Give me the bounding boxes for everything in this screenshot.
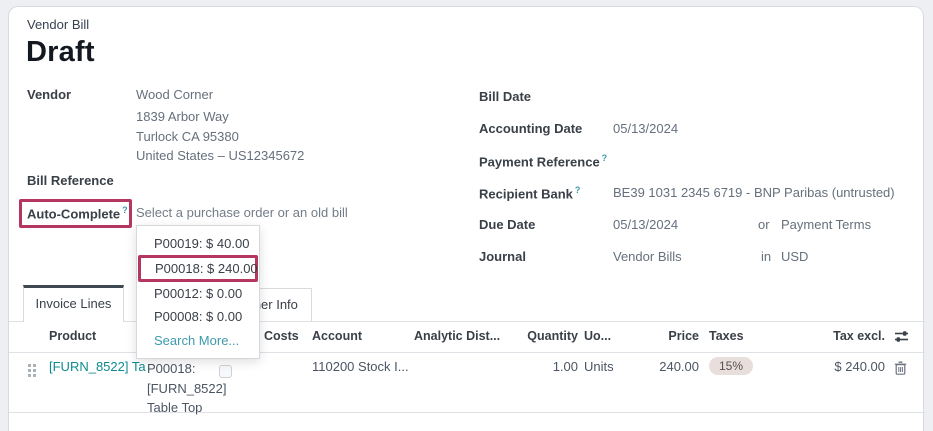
col-product[interactable]: Product	[49, 329, 96, 343]
tax-badge: 15%	[709, 357, 753, 375]
bill-reference-label: Bill Reference	[27, 173, 114, 188]
tab-invoice-lines[interactable]: Invoice Lines	[23, 285, 124, 322]
vendor-label: Vendor	[27, 87, 71, 102]
recipient-bank-label: Recipient Bank?	[479, 185, 580, 201]
costs-checkbox[interactable]	[219, 365, 232, 378]
auto-complete-label: Auto-Complete?	[27, 205, 128, 221]
payment-terms-field[interactable]: Payment Terms	[781, 217, 871, 232]
help-icon[interactable]: ?	[122, 205, 128, 215]
product-cell[interactable]: [FURN_8522] Tabl	[49, 359, 146, 374]
taxes-cell[interactable]: 15%	[709, 357, 753, 375]
currency-field[interactable]: USD	[781, 249, 808, 264]
search-more-link[interactable]: Search More...	[137, 328, 259, 352]
recipient-bank-value[interactable]: BE39 1031 2345 6719 - BNP Paribas (untru…	[613, 185, 895, 200]
col-costs[interactable]: Costs	[264, 329, 299, 343]
doc-type-label: Vendor Bill	[27, 17, 89, 32]
journal-label: Journal	[479, 249, 526, 264]
dropdown-item[interactable]: P00019: $ 40.00	[137, 232, 259, 255]
autocomplete-dropdown: P00019: $ 40.00 P00018: $ 240.00 P00012:…	[136, 225, 260, 359]
status-heading: Draft	[26, 36, 95, 69]
dropdown-item[interactable]: P00012: $ 0.00	[137, 282, 259, 305]
help-icon[interactable]: ?	[575, 185, 581, 195]
due-date-value[interactable]: 05/13/2024	[613, 217, 678, 232]
help-icon[interactable]: ?	[602, 153, 608, 163]
col-tax-excl[interactable]: Tax excl.	[785, 329, 885, 343]
drag-handle-icon[interactable]	[28, 364, 36, 377]
col-taxes[interactable]: Taxes	[709, 329, 744, 343]
col-quantity[interactable]: Quantity	[479, 329, 578, 343]
form-sheet: Vendor Bill Draft Vendor Wood Corner 183…	[8, 6, 924, 431]
vendor-address: 1839 Arbor Way Turlock CA 95380 United S…	[136, 107, 376, 166]
journal-in-text: in	[761, 249, 771, 264]
accounting-date-label: Accounting Date	[479, 121, 582, 136]
due-date-or-text: or	[758, 217, 770, 232]
table-row: [FURN_8522] Tabl P00018: [FURN_8522] Tab…	[9, 353, 925, 413]
uom-cell[interactable]: Units	[584, 359, 614, 374]
bill-date-label: Bill Date	[479, 89, 531, 104]
payment-reference-label: Payment Reference?	[479, 153, 607, 169]
col-uom[interactable]: Uo...	[584, 329, 611, 343]
label-cell[interactable]: P00018: [FURN_8522] Table Top	[147, 359, 229, 418]
accounting-date-value[interactable]: 05/13/2024	[613, 121, 678, 136]
journal-value[interactable]: Vendor Bills	[613, 249, 682, 264]
vendor-name[interactable]: Wood Corner	[136, 87, 213, 102]
col-account[interactable]: Account	[312, 329, 362, 343]
quantity-cell[interactable]: 1.00	[479, 359, 578, 374]
account-cell[interactable]: 110200 Stock I...	[312, 359, 409, 374]
dropdown-item-highlighted[interactable]: P00018: $ 240.00	[138, 255, 258, 282]
auto-complete-input[interactable]: Select a purchase order or an old bill	[136, 205, 348, 220]
sliders-icon[interactable]	[894, 330, 909, 346]
col-price[interactable]: Price	[629, 329, 699, 343]
trash-icon[interactable]	[894, 361, 907, 378]
tax-excl-cell: $ 240.00	[785, 359, 885, 374]
dropdown-item[interactable]: P00008: $ 0.00	[137, 305, 259, 328]
due-date-label: Due Date	[479, 217, 535, 232]
price-cell[interactable]: 240.00	[629, 359, 699, 374]
